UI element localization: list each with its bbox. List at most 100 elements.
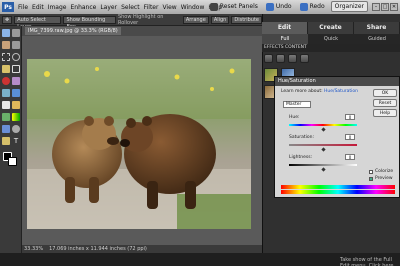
maximize-button[interactable]: □ xyxy=(381,2,389,11)
colorize-label: Colorize xyxy=(375,169,394,174)
menu-filter[interactable]: Filter xyxy=(144,4,159,11)
shape-icon[interactable] xyxy=(2,125,10,133)
hand-tool-icon[interactable] xyxy=(2,41,10,49)
menu-image[interactable]: Image xyxy=(48,4,67,11)
colorize-box[interactable] xyxy=(369,169,373,174)
hue-label: Hue: xyxy=(289,115,300,120)
show-highlight-checkbox[interactable]: Show Highlight on Rollover xyxy=(118,14,181,26)
zoom-tool-icon[interactable] xyxy=(12,29,20,37)
marquee-icon[interactable] xyxy=(2,53,10,61)
effects-filters-icon[interactable] xyxy=(264,54,273,63)
document-tab-bar: IMG_7399.raw.jpg @ 33.3% (RGB/8) xyxy=(22,26,262,36)
reset-panels-button[interactable]: Reset Panels xyxy=(208,1,260,12)
redo-icon xyxy=(299,2,308,11)
effects-category-row xyxy=(264,54,309,63)
menu-enhance[interactable]: Enhance xyxy=(70,4,96,11)
blur-icon[interactable] xyxy=(12,125,20,133)
subtab-full[interactable]: Full xyxy=(262,34,308,44)
title-bar: Ps File Edit Image Enhance Layer Select … xyxy=(0,0,400,14)
eyedropper-icon[interactable] xyxy=(12,41,20,49)
menu-window[interactable]: Window xyxy=(181,4,205,11)
hue-slider-knob[interactable] xyxy=(321,127,326,132)
bear-cubs-photo xyxy=(27,59,251,229)
lightness-slider-knob[interactable] xyxy=(321,167,326,172)
effects-styles-icon[interactable] xyxy=(276,54,285,63)
clone-stamp-icon[interactable] xyxy=(2,89,10,97)
help-button[interactable]: Help xyxy=(373,109,397,117)
redo-button[interactable]: Redo xyxy=(298,1,327,12)
lasso-icon[interactable] xyxy=(12,53,20,61)
menu-view[interactable]: View xyxy=(162,4,176,11)
menu-edit[interactable]: Edit xyxy=(32,4,44,11)
tab-share[interactable]: Share xyxy=(354,22,400,34)
project-bin-tip[interactable]: Take show of the Full Edit menu. Click h… xyxy=(340,257,400,266)
sponge-icon[interactable] xyxy=(2,137,10,145)
effects-photo-icon[interactable] xyxy=(288,54,297,63)
undo-button[interactable]: Undo xyxy=(264,1,294,12)
window-controls: – □ ✕ xyxy=(372,2,398,11)
effects-all-icon[interactable] xyxy=(300,54,309,63)
learn-more-text: Learn more about: Hue/Saturation xyxy=(281,89,358,94)
tab-edit[interactable]: Edit xyxy=(262,22,308,34)
saturation-slider-track[interactable] xyxy=(289,144,357,146)
hue-saturation-dialog: Hue/Saturation Learn more about: Hue/Sat… xyxy=(274,76,400,198)
effects-panel-header: EFFECTS CONTENT xyxy=(262,44,400,52)
background-color-icon[interactable] xyxy=(8,157,17,166)
magic-wand-icon[interactable] xyxy=(2,65,10,73)
reset-panels-label: Reset Panels xyxy=(219,3,258,10)
redo-label: Redo xyxy=(309,3,325,10)
minimize-button[interactable]: – xyxy=(372,2,380,11)
panel-subtabs: Full Quick Guided xyxy=(262,34,400,44)
tab-create[interactable]: Create xyxy=(308,22,354,34)
preview-label: Preview xyxy=(375,176,393,181)
menu-file[interactable]: File xyxy=(18,4,28,11)
healing-brush-icon[interactable] xyxy=(12,77,20,85)
lightness-slider-track[interactable] xyxy=(289,164,357,166)
edit-range-select[interactable]: Master xyxy=(283,101,311,108)
learn-more-label: Learn more about: xyxy=(281,89,323,94)
menu-layer[interactable]: Layer xyxy=(100,4,117,11)
move-tool-option-icon[interactable]: ✥ xyxy=(2,15,13,24)
menu-bar: File Edit Image Enhance Layer Select Fil… xyxy=(18,4,222,11)
document-size: 17.069 inches x 11.944 inches (72 ppi) xyxy=(49,246,147,252)
gradient-icon[interactable] xyxy=(12,113,20,121)
close-button[interactable]: ✕ xyxy=(390,2,398,11)
crop-icon[interactable] xyxy=(12,65,20,73)
hue-value-field[interactable]: 0 xyxy=(345,114,355,120)
saturation-value-field[interactable]: 0 xyxy=(345,134,355,140)
status-bar: 33.33% 17.069 inches x 11.944 inches (72… xyxy=(22,245,262,253)
lightness-value-field[interactable]: 0 xyxy=(345,154,355,160)
hue-slider-track[interactable] xyxy=(289,124,357,126)
saturation-label: Saturation: xyxy=(289,135,314,140)
subtab-quick[interactable]: Quick xyxy=(308,34,354,44)
preview-box[interactable] xyxy=(369,176,373,181)
move-tool-icon[interactable] xyxy=(2,29,10,37)
organizer-button[interactable]: Organizer xyxy=(330,1,368,12)
saturation-slider-knob[interactable] xyxy=(321,147,326,152)
preview-checkbox[interactable]: Preview xyxy=(369,176,393,181)
show-bounding-box-checkbox[interactable]: Show Bounding Box xyxy=(63,15,116,30)
subtab-guided[interactable]: Guided xyxy=(354,34,400,44)
reset-button[interactable]: Reset xyxy=(373,99,397,107)
pencil-icon[interactable] xyxy=(12,101,20,109)
colorize-checkbox[interactable]: Colorize xyxy=(369,169,393,174)
distribute-dropdown[interactable]: Distribute xyxy=(231,15,262,24)
zoom-level[interactable]: 33.33% xyxy=(24,246,43,252)
dialog-title: Hue/Saturation xyxy=(275,77,399,86)
panel-main-tabs: Edit Create Share xyxy=(262,22,400,34)
organizer-label: Organizer xyxy=(334,3,364,10)
eraser-icon[interactable] xyxy=(2,101,10,109)
arrange-dropdown[interactable]: Arrange xyxy=(182,15,209,24)
align-dropdown[interactable]: Align xyxy=(210,15,230,24)
learn-more-link[interactable]: Hue/Saturation xyxy=(324,89,358,94)
fill-icon[interactable] xyxy=(2,113,10,121)
color-bar-top xyxy=(281,185,395,189)
auto-select-layer-checkbox[interactable]: Auto Select Layer xyxy=(14,15,62,30)
red-eye-icon[interactable] xyxy=(2,77,10,85)
color-bar-bottom xyxy=(281,190,395,194)
type-icon[interactable]: T xyxy=(12,137,20,145)
menu-select[interactable]: Select xyxy=(121,4,140,11)
document-tab[interactable]: IMG_7399.raw.jpg @ 33.3% (RGB/8) xyxy=(25,27,121,35)
ok-button[interactable]: OK xyxy=(373,89,397,97)
brush-icon[interactable] xyxy=(12,89,20,97)
